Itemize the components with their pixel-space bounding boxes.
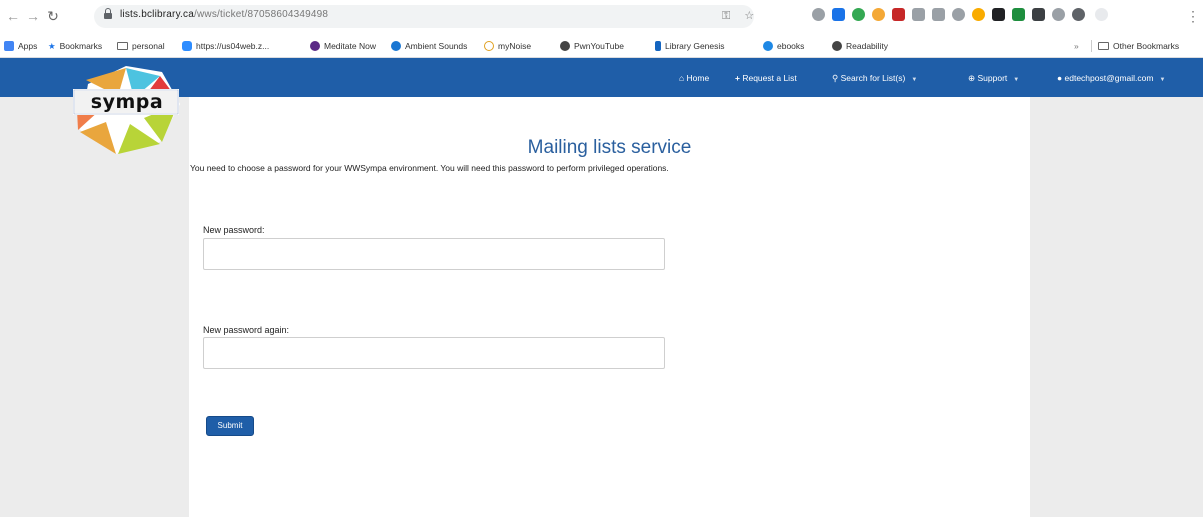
plus-icon: + bbox=[735, 73, 740, 83]
bookmark-meditate-now[interactable]: Meditate Now bbox=[310, 40, 376, 52]
extension-icon[interactable] bbox=[952, 8, 965, 21]
extension-icon[interactable] bbox=[812, 8, 825, 21]
mynoise-icon bbox=[484, 41, 494, 51]
new-password-again-label: New password again: bbox=[203, 325, 290, 335]
extension-icon[interactable] bbox=[972, 8, 985, 21]
chevron-down-icon: ▼ bbox=[1013, 77, 1020, 83]
url-text: lists.bclibrary.ca/wws/ticket/8705860434… bbox=[120, 9, 329, 20]
globe-icon bbox=[560, 41, 570, 51]
folder-icon bbox=[117, 42, 128, 50]
browser-toolbar: ← → ↻ lists.bclibrary.ca/wws/ticket/8705… bbox=[0, 0, 1203, 34]
new-password-again-field[interactable] bbox=[203, 337, 665, 369]
sympa-logo[interactable]: sympa bbox=[60, 60, 192, 158]
bookmark-library-genesis[interactable]: Library Genesis bbox=[655, 40, 725, 52]
user-icon: ● bbox=[1057, 73, 1063, 83]
home-icon: ⌂ bbox=[679, 73, 685, 83]
extension-icon[interactable] bbox=[832, 8, 845, 21]
forward-icon[interactable]: → bbox=[24, 6, 42, 26]
chevron-down-icon: ▼ bbox=[1159, 77, 1166, 83]
browser-menu-icon[interactable]: ⋮ bbox=[1186, 6, 1200, 26]
search-icon: ⚲ bbox=[832, 73, 839, 83]
address-bar[interactable]: lists.bclibrary.ca/wws/ticket/8705860434… bbox=[94, 5, 754, 28]
nav-search-lists[interactable]: ⚲ Search for List(s) ▼ bbox=[832, 72, 917, 86]
intro-text: You need to choose a password for your W… bbox=[190, 163, 669, 173]
extension-icon[interactable] bbox=[892, 8, 905, 21]
meditate-icon bbox=[310, 41, 320, 51]
bookmark-ebooks[interactable]: ebooks bbox=[763, 40, 804, 52]
bookmark-star-icon[interactable]: ☆ bbox=[744, 10, 754, 22]
extension-icon[interactable] bbox=[852, 8, 865, 21]
nav-support[interactable]: ⊕ Support ▼ bbox=[968, 72, 1019, 86]
globe-icon bbox=[832, 41, 842, 51]
extension-icon[interactable] bbox=[992, 8, 1005, 21]
bookmark-pwnyoutube[interactable]: PwnYouTube bbox=[560, 40, 624, 52]
more-bookmarks-icon[interactable]: » bbox=[1074, 40, 1079, 52]
new-password-field[interactable] bbox=[203, 238, 665, 270]
bookmark-apps[interactable]: Apps bbox=[4, 40, 37, 52]
key-icon[interactable]: ⚿ bbox=[722, 10, 730, 22]
back-icon[interactable]: ← bbox=[4, 6, 22, 26]
bookmarks-bar: Apps ★ Bookmarks personal https://us04web… bbox=[0, 34, 1203, 58]
main-content: Mailing lists service You need to choose… bbox=[189, 97, 1030, 517]
bookmark-readability[interactable]: Readability bbox=[832, 40, 888, 52]
reload-icon[interactable]: ↻ bbox=[44, 6, 62, 26]
libgen-icon bbox=[655, 41, 661, 51]
bookmark-mynoise[interactable]: myNoise bbox=[484, 40, 531, 52]
bookmark-bookmarks[interactable]: ★ Bookmarks bbox=[48, 40, 102, 52]
extension-icon[interactable] bbox=[912, 8, 925, 21]
bookmark-other-bookmarks[interactable]: Other Bookmarks bbox=[1098, 40, 1179, 52]
submit-button[interactable]: Submit bbox=[206, 416, 254, 436]
chevron-down-icon: ▼ bbox=[911, 77, 918, 83]
bookmark-personal[interactable]: personal bbox=[117, 40, 165, 52]
globe-icon bbox=[763, 41, 773, 51]
profile-icon[interactable] bbox=[1095, 8, 1108, 21]
ambient-icon bbox=[391, 41, 401, 51]
nav-request-list[interactable]: + Request a List bbox=[735, 72, 797, 84]
extension-icon[interactable] bbox=[872, 8, 885, 21]
bookmark-ambient-sounds[interactable]: Ambient Sounds bbox=[391, 40, 467, 52]
nav-account[interactable]: ● edtechpost@gmail.com ▼ bbox=[1057, 72, 1165, 86]
page-title: Mailing lists service bbox=[527, 137, 692, 158]
folder-icon bbox=[1098, 42, 1109, 50]
bookmark-zoom[interactable]: https://us04web.z... bbox=[182, 40, 269, 52]
star-icon: ★ bbox=[48, 41, 56, 51]
extension-icon[interactable] bbox=[932, 8, 945, 21]
extension-icon[interactable] bbox=[1052, 8, 1065, 21]
new-password-label: New password: bbox=[203, 225, 265, 235]
logo-text: sympa bbox=[90, 91, 164, 113]
extension-icon[interactable] bbox=[1012, 8, 1025, 21]
puzzle-icon[interactable] bbox=[1072, 8, 1085, 21]
extension-icon[interactable] bbox=[1032, 8, 1045, 21]
zoom-icon bbox=[182, 41, 192, 51]
lifebuoy-icon: ⊕ bbox=[968, 73, 976, 83]
apps-grid-icon bbox=[4, 41, 14, 51]
lock-icon bbox=[104, 8, 112, 20]
nav-home[interactable]: ⌂ Home bbox=[679, 72, 709, 84]
